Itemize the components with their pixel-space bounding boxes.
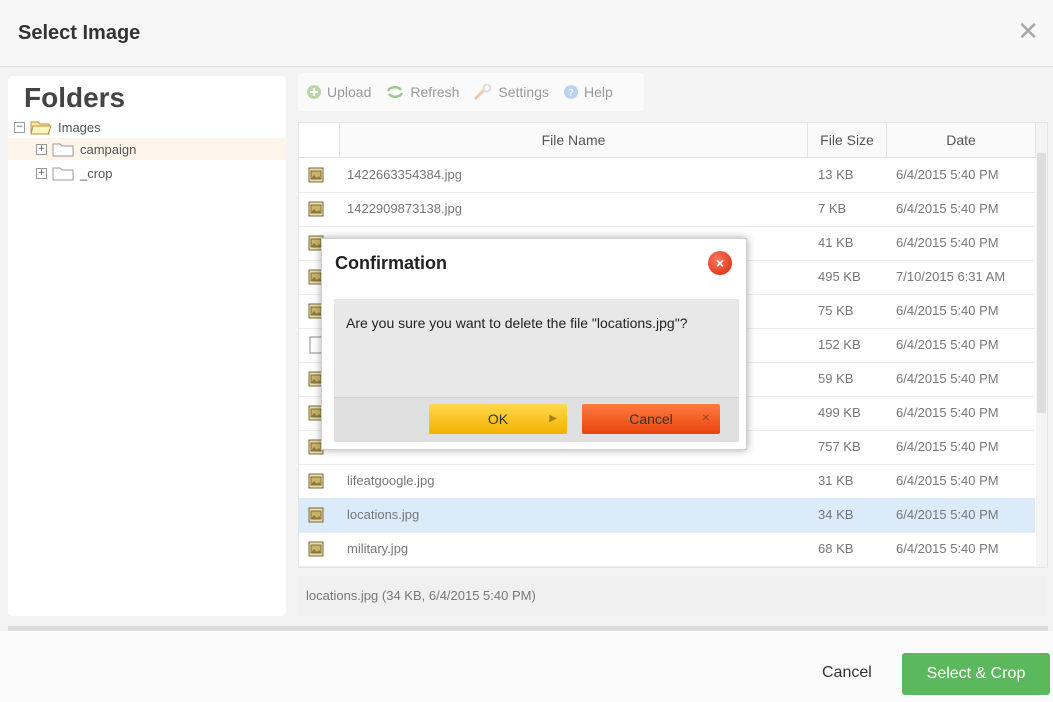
- column-header-date[interactable]: Date: [887, 123, 1036, 158]
- file-date-cell: 7/10/2015 6:31 AM: [896, 269, 1006, 284]
- refresh-label: Refresh: [410, 84, 460, 100]
- folder-icon: [52, 142, 74, 157]
- tree-item-crop[interactable]: + _crop: [36, 162, 113, 184]
- wrench-icon: [473, 83, 493, 101]
- file-date-cell: 6/4/2015 5:40 PM: [896, 337, 999, 352]
- settings-button[interactable]: Settings: [473, 83, 549, 101]
- tree-item-campaign[interactable]: + campaign: [8, 138, 286, 160]
- file-size-cell: 41 KB: [818, 235, 854, 250]
- tree-item-images[interactable]: − Images: [14, 116, 101, 138]
- confirmation-dialog: Confirmation × Are you sure you want to …: [321, 238, 747, 450]
- file-size-cell: 68 KB: [818, 541, 854, 556]
- file-size-cell: 495 KB: [818, 269, 861, 284]
- upload-icon: [306, 84, 322, 100]
- file-date-cell: 6/4/2015 5:40 PM: [896, 507, 999, 522]
- confirmation-footer: OK ▶ Cancel ✕: [334, 397, 739, 442]
- toolbar: Upload Refresh Settings ? Help: [298, 73, 644, 111]
- tree-item-label: _crop: [80, 165, 113, 181]
- open-folder-icon: [30, 120, 52, 135]
- expand-toggle-icon[interactable]: +: [36, 143, 47, 155]
- table-row[interactable]: locations.jpg 34 KB 6/4/2015 5:40 PM: [299, 498, 1035, 533]
- column-header-file-name[interactable]: File Name: [340, 123, 808, 158]
- confirm-cancel-button[interactable]: Cancel ✕: [582, 404, 720, 434]
- file-size-cell: 757 KB: [818, 439, 861, 454]
- confirmation-close-icon[interactable]: ×: [708, 251, 732, 275]
- dialog-footer: [0, 631, 1053, 702]
- select-and-crop-button[interactable]: Select & Crop: [902, 653, 1050, 695]
- refresh-icon: [385, 84, 405, 100]
- folders-panel: Folders − Images + campaign + _crop: [8, 76, 286, 616]
- file-size-cell: 75 KB: [818, 303, 854, 318]
- image-file-icon: [307, 540, 325, 558]
- confirmation-message: Are you sure you want to delete the file…: [346, 315, 688, 331]
- file-date-cell: 6/4/2015 5:40 PM: [896, 303, 999, 318]
- folders-title: Folders: [24, 82, 126, 113]
- file-date-cell: 6/4/2015 5:40 PM: [896, 439, 999, 454]
- file-size-cell: 152 KB: [818, 337, 861, 352]
- refresh-button[interactable]: Refresh: [385, 84, 459, 100]
- confirmation-body: Are you sure you want to delete the file…: [334, 299, 739, 397]
- grid-scrollbar[interactable]: [1036, 123, 1047, 567]
- folder-icon: [52, 166, 74, 181]
- help-button[interactable]: ? Help: [563, 84, 613, 100]
- image-file-icon: [307, 166, 325, 184]
- help-icon: ?: [563, 84, 579, 100]
- collapse-toggle-icon[interactable]: −: [14, 121, 25, 133]
- file-size-cell: 34 KB: [818, 507, 854, 522]
- tree-item-label: campaign: [80, 141, 137, 157]
- cross-icon: ✕: [701, 413, 710, 424]
- file-name-cell: locations.jpg: [347, 507, 420, 522]
- settings-label: Settings: [498, 84, 549, 100]
- svg-text:?: ?: [568, 88, 573, 99]
- upload-label: Upload: [327, 84, 372, 100]
- confirm-cancel-label: Cancel: [629, 411, 673, 427]
- image-file-icon: [307, 200, 325, 218]
- file-name-cell: 1422663354384.jpg: [347, 167, 462, 182]
- icon-column-header: [299, 123, 340, 158]
- file-name-cell: lifeatgoogle.jpg: [347, 473, 435, 488]
- image-file-icon: [307, 506, 325, 524]
- dialog-header: Select Image ✕: [0, 0, 1053, 67]
- table-row[interactable]: lifeatgoogle.jpg 31 KB 6/4/2015 5:40 PM: [299, 464, 1035, 499]
- file-date-cell: 6/4/2015 5:40 PM: [896, 167, 999, 182]
- column-header-file-size[interactable]: File Size: [808, 123, 887, 158]
- ok-button[interactable]: OK ▶: [429, 404, 567, 434]
- file-size-cell: 499 KB: [818, 405, 861, 420]
- ok-label: OK: [487, 411, 509, 427]
- file-size-cell: 59 KB: [818, 371, 854, 386]
- upload-button[interactable]: Upload: [306, 84, 371, 100]
- selection-status: locations.jpg (34 KB, 6/4/2015 5:40 PM): [298, 576, 1046, 616]
- file-date-cell: 6/4/2015 5:40 PM: [896, 235, 999, 250]
- scrollbar-thumb[interactable]: [1037, 153, 1046, 413]
- expand-toggle-icon[interactable]: +: [36, 167, 47, 179]
- file-size-cell: 13 KB: [818, 167, 854, 182]
- cancel-button[interactable]: Cancel: [822, 664, 872, 682]
- file-date-cell: 6/4/2015 5:40 PM: [896, 201, 999, 216]
- file-size-cell: 7 KB: [818, 201, 847, 216]
- file-name-cell: military.jpg: [347, 541, 409, 556]
- arrow-right-icon: ▶: [549, 413, 557, 424]
- close-icon[interactable]: ✕: [1017, 18, 1039, 44]
- help-label: Help: [584, 84, 613, 100]
- table-row[interactable]: 1422663354384.jpg 13 KB 6/4/2015 5:40 PM: [299, 158, 1035, 193]
- file-name-cell: 1422909873138.jpg: [347, 201, 462, 216]
- table-row[interactable]: 1422909873138.jpg 7 KB 6/4/2015 5:40 PM: [299, 192, 1035, 227]
- dialog-title: Select Image: [18, 22, 141, 44]
- file-date-cell: 6/4/2015 5:40 PM: [896, 371, 999, 386]
- file-date-cell: 6/4/2015 5:40 PM: [896, 473, 999, 488]
- confirmation-title: Confirmation: [335, 253, 447, 273]
- tree-item-label: Images: [58, 119, 101, 135]
- file-date-cell: 6/4/2015 5:40 PM: [896, 541, 999, 556]
- file-date-cell: 6/4/2015 5:40 PM: [896, 405, 999, 420]
- table-row[interactable]: military.jpg 68 KB 6/4/2015 5:40 PM: [299, 532, 1035, 567]
- file-size-cell: 31 KB: [818, 473, 854, 488]
- image-file-icon: [307, 472, 325, 490]
